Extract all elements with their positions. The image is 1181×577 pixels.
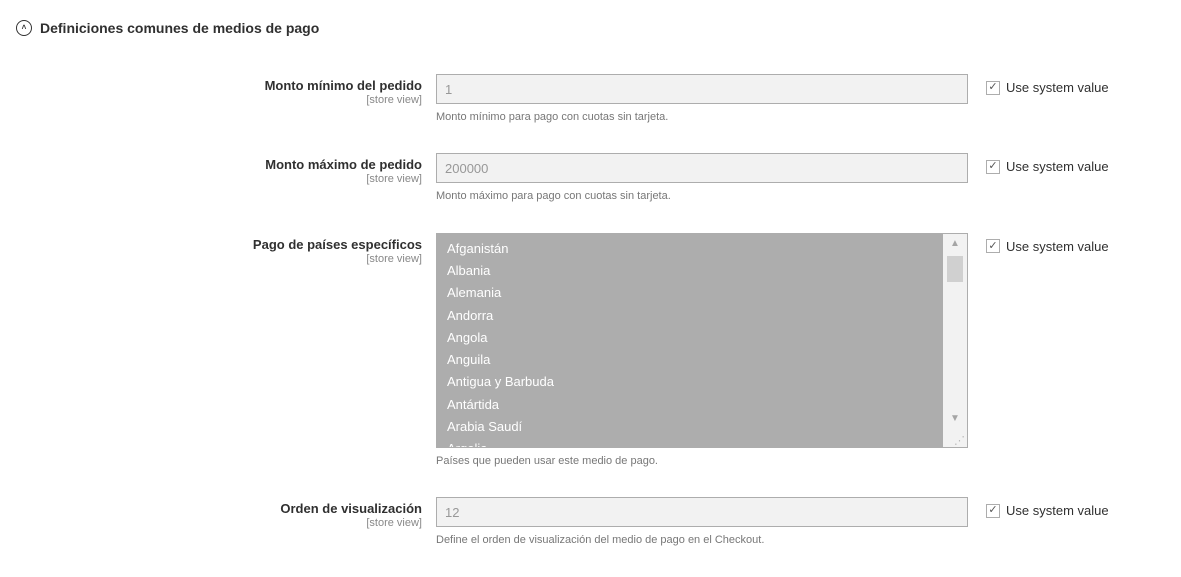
scope-label: [store view] bbox=[16, 517, 422, 529]
use-system-col: ✓ Use system value bbox=[968, 74, 1109, 95]
field-row-specific-countries: Pago de países específicos [store view] … bbox=[16, 233, 1165, 469]
input-col: Afganistán Albania Alemania Andorra Ango… bbox=[436, 233, 968, 469]
config-section: ˄ Definiciones comunes de medios de pago… bbox=[0, 0, 1181, 549]
label-col: Monto máximo de pedido [store view] bbox=[16, 153, 436, 185]
scroll-thumb[interactable] bbox=[947, 256, 963, 282]
input-col: Define el orden de visualización del med… bbox=[436, 497, 968, 548]
max-order-use-system-checkbox[interactable]: ✓ bbox=[986, 160, 1000, 174]
use-system-col: ✓ Use system value bbox=[968, 153, 1109, 174]
section-header[interactable]: ˄ Definiciones comunes de medios de pago bbox=[16, 20, 1165, 36]
sort-order-label: Orden de visualización bbox=[16, 501, 422, 516]
label-col: Pago de países específicos [store view] bbox=[16, 233, 436, 265]
label-col: Monto mínimo del pedido [store view] bbox=[16, 74, 436, 106]
scroll-track[interactable] bbox=[943, 254, 967, 409]
sort-order-use-system-checkbox[interactable]: ✓ bbox=[986, 504, 1000, 518]
scroll-down-icon[interactable]: ▼ bbox=[943, 409, 967, 429]
list-item[interactable]: Arabia Saudí bbox=[437, 416, 943, 438]
sort-order-input[interactable] bbox=[436, 497, 968, 527]
list-item[interactable]: Antártida bbox=[437, 394, 943, 416]
scrollbar[interactable]: ▲ ▼ ⋰ bbox=[943, 234, 967, 447]
min-order-helper: Monto mínimo para pago con cuotas sin ta… bbox=[436, 110, 968, 125]
max-order-label: Monto máximo de pedido bbox=[16, 157, 422, 172]
list-item[interactable]: Andorra bbox=[437, 305, 943, 327]
list-item[interactable]: Afganistán bbox=[437, 238, 943, 260]
list-item[interactable]: Angola bbox=[437, 327, 943, 349]
list-item[interactable]: Anguila bbox=[437, 349, 943, 371]
chevron-up-icon[interactable]: ˄ bbox=[16, 20, 32, 36]
max-order-helper: Monto máximo para pago con cuotas sin ta… bbox=[436, 189, 968, 204]
field-row-min-order: Monto mínimo del pedido [store view] Mon… bbox=[16, 74, 1165, 125]
list-item[interactable]: Alemania bbox=[437, 282, 943, 304]
resize-handle-icon[interactable]: ⋰ bbox=[943, 429, 967, 447]
section-title: Definiciones comunes de medios de pago bbox=[40, 20, 319, 36]
min-order-input[interactable] bbox=[436, 74, 968, 104]
use-system-col: ✓ Use system value bbox=[968, 233, 1109, 254]
min-order-label: Monto mínimo del pedido bbox=[16, 78, 422, 93]
scope-label: [store view] bbox=[16, 173, 422, 185]
scope-label: [store view] bbox=[16, 253, 422, 265]
specific-countries-label: Pago de países específicos bbox=[16, 237, 422, 252]
list-item[interactable]: Argelia bbox=[437, 438, 943, 447]
use-system-label: Use system value bbox=[1006, 503, 1109, 518]
field-row-max-order: Monto máximo de pedido [store view] Mont… bbox=[16, 153, 1165, 204]
scope-label: [store view] bbox=[16, 94, 422, 106]
use-system-label: Use system value bbox=[1006, 159, 1109, 174]
specific-countries-helper: Países que pueden usar este medio de pag… bbox=[436, 454, 968, 469]
specific-countries-multiselect[interactable]: Afganistán Albania Alemania Andorra Ango… bbox=[436, 233, 968, 448]
min-order-use-system-checkbox[interactable]: ✓ bbox=[986, 81, 1000, 95]
field-row-sort-order: Orden de visualización [store view] Defi… bbox=[16, 497, 1165, 548]
max-order-input[interactable] bbox=[436, 153, 968, 183]
multiselect-list: Afganistán Albania Alemania Andorra Ango… bbox=[437, 234, 943, 447]
sort-order-helper: Define el orden de visualización del med… bbox=[436, 533, 968, 548]
use-system-col: ✓ Use system value bbox=[968, 497, 1109, 518]
list-item[interactable]: Antigua y Barbuda bbox=[437, 371, 943, 393]
input-col: Monto máximo para pago con cuotas sin ta… bbox=[436, 153, 968, 204]
specific-countries-use-system-checkbox[interactable]: ✓ bbox=[986, 239, 1000, 253]
use-system-label: Use system value bbox=[1006, 239, 1109, 254]
list-item[interactable]: Albania bbox=[437, 260, 943, 282]
label-col: Orden de visualización [store view] bbox=[16, 497, 436, 529]
scroll-up-icon[interactable]: ▲ bbox=[943, 234, 967, 254]
input-col: Monto mínimo para pago con cuotas sin ta… bbox=[436, 74, 968, 125]
use-system-label: Use system value bbox=[1006, 80, 1109, 95]
